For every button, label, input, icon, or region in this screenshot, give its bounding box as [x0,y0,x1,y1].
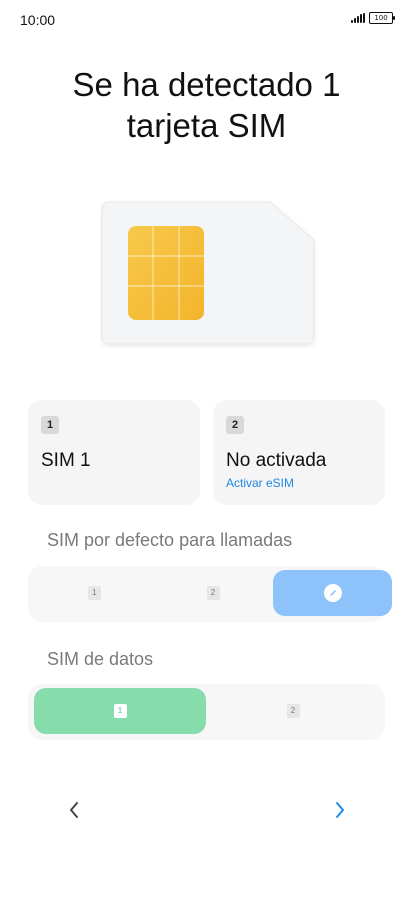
calls-section-label: SIM por defecto para llamadas [47,530,293,550]
chevron-left-icon [70,802,78,818]
calls-sim-selector: 1 2 [28,566,392,622]
status-bar: 10:00 100 [0,0,413,40]
page-title-line-2: tarjeta SIM [126,107,287,144]
signal-icon [351,13,365,23]
calls-sim-1-badge: 1 [88,586,101,600]
status-time: 10:00 [20,12,56,28]
slot-badge-2: 2 [226,416,244,434]
calls-option-edit[interactable] [273,570,392,616]
sim-card-2[interactable]: 2 No activada Activar eSIM [213,400,385,505]
data-section-label: SIM de datos [47,649,154,669]
battery-icon: 100 [369,12,395,24]
page-title-line-1: Se ha detectado 1 [72,66,341,103]
back-button[interactable] [63,797,85,823]
sim-card-2-title: No activada [226,450,327,471]
chevron-right-icon [336,802,344,818]
slot-badge-1: 1 [41,416,59,434]
activate-esim-link[interactable]: Activar eSIM [226,476,294,490]
page-title: Se ha detectado 1 tarjeta SIM [0,64,413,146]
data-sim-selector: 1 2 [28,684,385,740]
sim-cards: 1 SIM 1 2 No activada Activar eSIM [28,400,385,506]
data-option-sim-2[interactable]: 2 [228,688,358,734]
next-button[interactable] [329,797,351,823]
calls-option-sim-1[interactable]: 1 [42,570,147,616]
sim-card-1-title: SIM 1 [41,450,91,471]
sim-card-illustration-icon [100,198,318,348]
data-sim-1-badge: 1 [113,704,127,718]
data-sim-2-badge: 2 [286,704,300,718]
status-icons: 100 [351,12,395,24]
calls-option-sim-2[interactable]: 2 [158,570,268,616]
pencil-icon [323,584,342,602]
sim-card-1[interactable]: 1 SIM 1 [28,400,200,505]
calls-sim-2-badge: 2 [206,586,220,600]
data-option-sim-1[interactable]: 1 [34,688,206,734]
